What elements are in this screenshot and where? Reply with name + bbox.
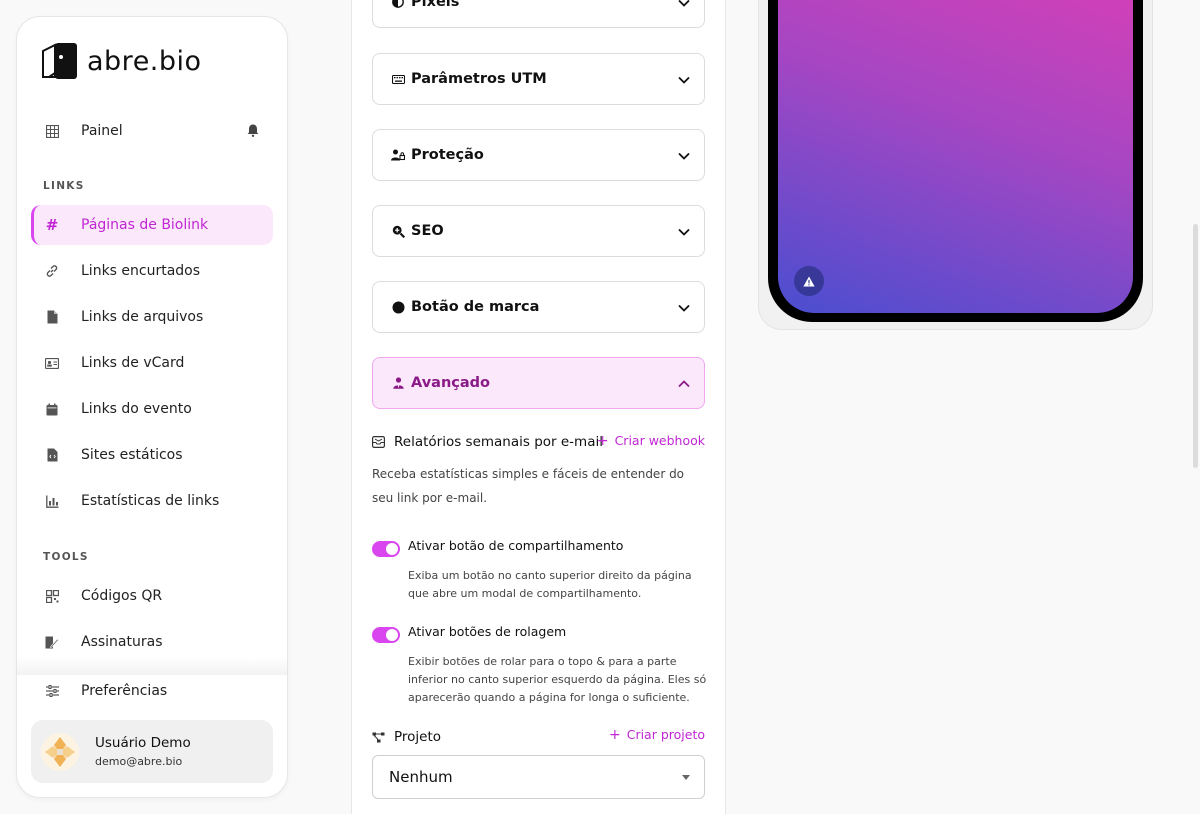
hash-icon: # (45, 216, 59, 234)
link-icon (45, 264, 59, 278)
create-project-link[interactable]: + Criar projeto (609, 727, 705, 743)
chevron-down-icon (678, 0, 690, 11)
chevron-down-icon (678, 72, 690, 88)
calendar-icon (45, 402, 59, 416)
project-title: Projeto (372, 729, 441, 745)
chevron-down-icon (678, 224, 690, 240)
sidebar-item-label: Códigos QR (81, 588, 163, 604)
sidebar-item-signatures[interactable]: Assinaturas (31, 622, 273, 662)
weekly-reports-label: Relatórios semanais por e-mail (394, 434, 603, 450)
project-select[interactable]: Nenhum (372, 755, 705, 799)
project-label: Projeto (394, 729, 442, 745)
mail-inbox-icon (372, 435, 386, 449)
code-file-icon (45, 448, 59, 462)
create-project-label: Criar projeto (626, 727, 705, 742)
user-name: Usuário Demo (95, 735, 191, 751)
accordion-advanced[interactable]: Avançado (372, 357, 705, 409)
sidebar-item-label: Links de vCard (81, 355, 185, 371)
accordion-label: Pixels (411, 0, 460, 10)
sidebar-item-label: Links do evento (81, 401, 192, 417)
sidebar-item-static-sites[interactable]: Sites estáticos (31, 435, 273, 475)
plus-icon: + (596, 433, 609, 449)
sidebar-item-label: Painel (81, 123, 123, 139)
sidebar-item-label: Páginas de Biolink (81, 217, 209, 233)
circle-icon (391, 300, 405, 314)
user-card[interactable]: Usuário Demo demo@abre.bio (31, 720, 273, 783)
chevron-down-icon (678, 300, 690, 316)
scroll-buttons-toggle-description: Exibir botões de rolar para o topo & par… (408, 655, 707, 704)
user-email: demo@abre.bio (95, 755, 183, 768)
scroll-buttons-toggle-label: Ativar botões de rolagem (408, 624, 567, 639)
accordion-protection[interactable]: Proteção (372, 129, 705, 181)
logo-mark-icon (42, 43, 77, 79)
create-webhook-link[interactable]: + Criar webhook (597, 433, 705, 449)
sidebar-item-label: Preferências (81, 683, 168, 699)
accordion-label: SEO (411, 223, 444, 239)
share-button-toggle[interactable] (372, 541, 400, 557)
sidebar-item-preferences[interactable]: Preferências (31, 671, 273, 711)
plus-icon: + (608, 727, 621, 743)
accordion-label: Botão de marca (411, 299, 540, 315)
avatar (41, 732, 79, 771)
sidebar-item-label: Sites estáticos (81, 447, 183, 463)
weekly-reports-title: Relatórios semanais por e-mail (372, 434, 603, 450)
accordion-label: Avançado (411, 375, 490, 391)
warning-button[interactable] (794, 266, 824, 296)
weekly-reports-description: Receba estatísticas simples e fáceis de … (372, 467, 685, 505)
project-select-value: Nenhum (389, 768, 453, 786)
bell-icon[interactable] (247, 124, 259, 141)
sidebar-item-qr-codes[interactable]: Códigos QR (31, 576, 273, 616)
page-scrollbar[interactable] (1193, 224, 1198, 468)
accordion-pixels[interactable]: Pixels (372, 0, 705, 28)
scroll-buttons-toggle[interactable] (372, 627, 400, 643)
caret-down-icon (682, 775, 690, 780)
sidebar-item-label: Estatísticas de links (81, 493, 220, 509)
sidebar-item-short-links[interactable]: Links encurtados (31, 251, 273, 291)
user-tie-icon (391, 376, 405, 390)
sidebar: abre.bio Painel LINKS # Páginas de Bioli… (16, 16, 288, 798)
sliders-icon (45, 684, 59, 698)
warning-icon (803, 272, 815, 291)
grid-icon (45, 124, 59, 138)
signature-icon (45, 635, 59, 649)
keyboard-icon (391, 72, 405, 86)
phone-preview-screen (778, 0, 1133, 313)
id-card-icon (45, 356, 59, 370)
logo[interactable]: abre.bio (39, 41, 202, 81)
bar-chart-icon (45, 494, 59, 508)
qr-icon (45, 589, 59, 603)
sidebar-item-event-links[interactable]: Links do evento (31, 389, 273, 429)
section-label-tools: TOOLS (43, 551, 89, 563)
accordion-seo[interactable]: SEO (372, 205, 705, 257)
sidebar-item-file-links[interactable]: Links de arquivos (31, 297, 273, 337)
sidebar-item-link-stats[interactable]: Estatísticas de links (31, 481, 273, 521)
search-plus-icon (391, 224, 405, 238)
logo-text: abre.bio (87, 45, 202, 77)
accordion-brand-button[interactable]: Botão de marca (372, 281, 705, 333)
accordion-utm[interactable]: Parâmetros UTM (372, 53, 705, 105)
sidebar-item-painel[interactable]: Painel (31, 111, 273, 151)
share-button-toggle-label: Ativar botão de compartilhamento (408, 538, 624, 553)
share-button-toggle-description: Exiba um botão no canto superior direito… (408, 569, 692, 600)
sidebar-item-label: Links encurtados (81, 263, 201, 279)
chevron-down-icon (678, 148, 690, 164)
sidebar-item-label: Assinaturas (81, 634, 163, 650)
accordion-label: Parâmetros UTM (411, 71, 547, 87)
sidebar-item-label: Links de arquivos (81, 309, 204, 325)
form-panel: Pixels Parâmetros UTM Proteção SEO Botão… (351, 0, 726, 814)
sidebar-item-biolink-pages[interactable]: # Páginas de Biolink (31, 205, 273, 245)
chevron-up-icon (678, 376, 690, 392)
file-icon (45, 310, 59, 324)
user-lock-icon (391, 148, 405, 162)
accordion-label: Proteção (411, 147, 484, 163)
project-diagram-icon (372, 730, 386, 744)
section-label-links: LINKS (43, 180, 85, 192)
half-circle-icon (391, 0, 405, 9)
create-webhook-label: Criar webhook (614, 433, 705, 448)
sidebar-item-vcard-links[interactable]: Links de vCard (31, 343, 273, 383)
